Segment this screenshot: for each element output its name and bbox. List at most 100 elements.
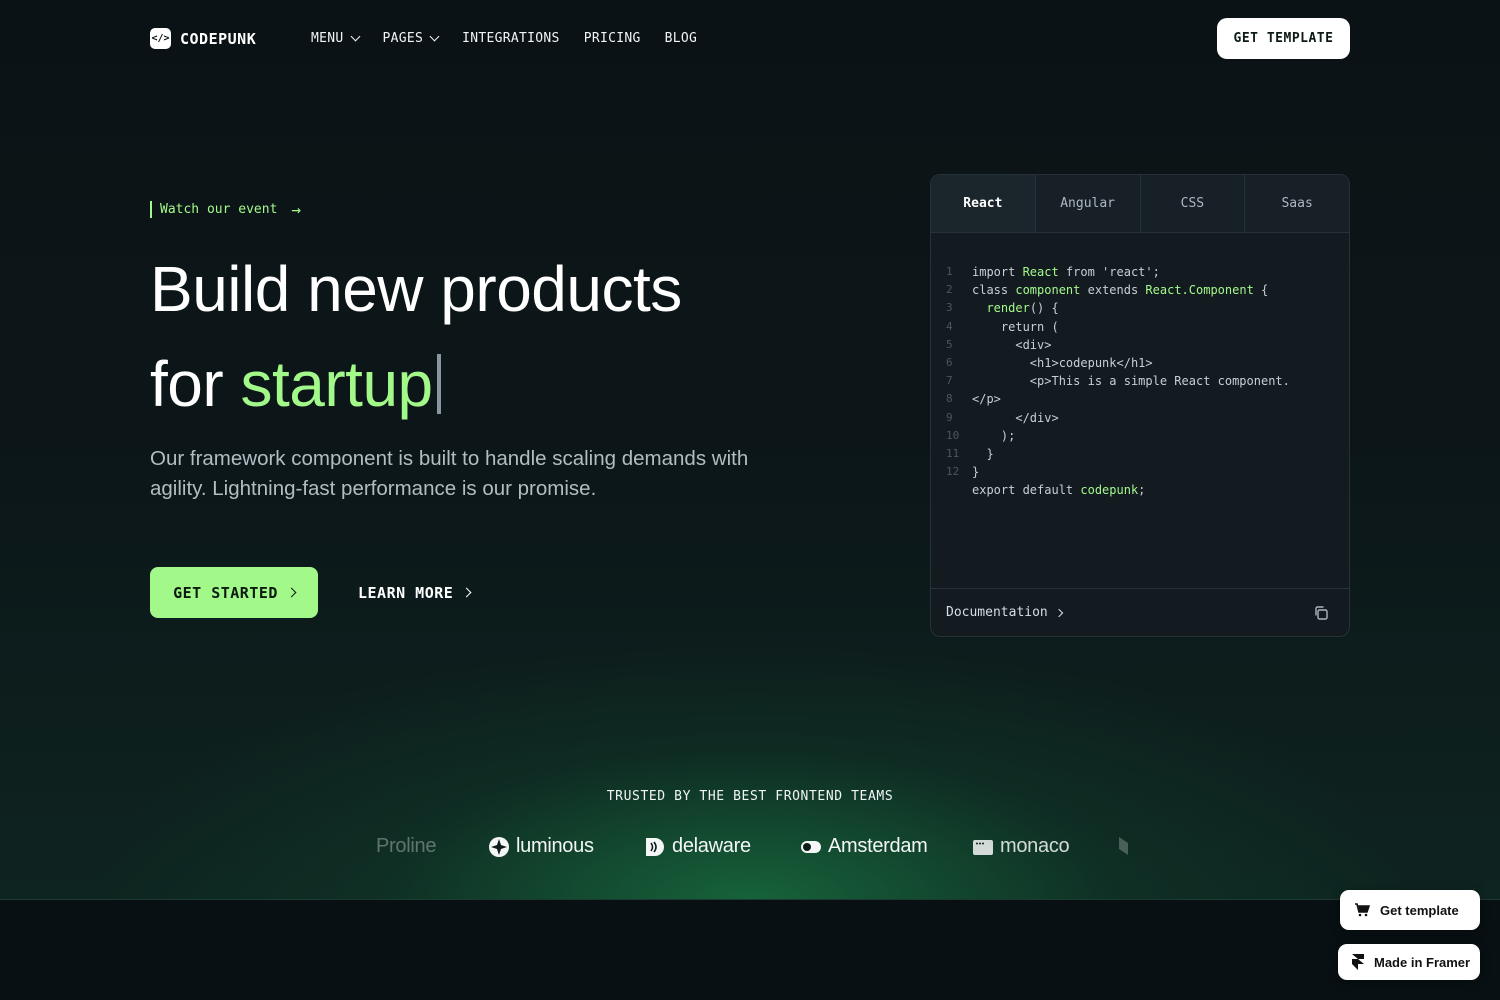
logo-text: CODEPUNK bbox=[180, 29, 257, 48]
get-started-button[interactable]: GET STARTED bbox=[150, 567, 318, 618]
tab-saas[interactable]: Saas bbox=[1245, 175, 1349, 232]
line-content: } bbox=[972, 463, 979, 481]
brand-name: delaware bbox=[672, 835, 751, 857]
next-section bbox=[0, 899, 1500, 1000]
nav-item-label: PRICING bbox=[583, 31, 641, 46]
line-content: class component extends React.Component … bbox=[972, 281, 1268, 299]
code-token: from 'react'; bbox=[1058, 265, 1160, 279]
code-line: 9 </div> bbox=[931, 409, 1349, 427]
framer-icon bbox=[1352, 954, 1364, 970]
logo[interactable]: </> CODEPUNK bbox=[150, 28, 256, 49]
tab-react[interactable]: React bbox=[931, 175, 1036, 232]
code-token: return ( bbox=[972, 319, 1059, 334]
learn-more-button[interactable]: LEARN MORE bbox=[358, 567, 472, 618]
brand-delaware: delaware bbox=[644, 835, 751, 858]
made-in-framer-badge[interactable]: Made in Framer bbox=[1338, 944, 1480, 980]
nav-item-label: MENU bbox=[311, 31, 344, 46]
brand-name: monaco bbox=[1000, 835, 1070, 857]
code-token-highlight: component bbox=[1015, 283, 1081, 298]
nav-item-pages[interactable]: PAGES bbox=[382, 31, 440, 46]
line-content: <h1>codepunk</h1> bbox=[972, 354, 1153, 372]
hero-title-line1: Build new products bbox=[150, 253, 682, 325]
nav-item-blog[interactable]: BLOG bbox=[665, 31, 698, 46]
chevron-right-icon bbox=[461, 587, 472, 598]
code-token-highlight: React bbox=[1022, 265, 1059, 279]
line-content: <div> bbox=[972, 336, 1051, 354]
code-line: 6 <h1>codepunk</h1> bbox=[931, 354, 1349, 372]
line-content: </p> bbox=[972, 390, 1001, 408]
code-token-highlight: render bbox=[986, 301, 1030, 316]
line-content: </div> bbox=[972, 409, 1058, 427]
line-number: 3 bbox=[946, 301, 953, 315]
copy-icon[interactable] bbox=[1313, 605, 1329, 621]
badge-label: Made in Framer bbox=[1374, 954, 1471, 970]
title-accent: startup bbox=[240, 348, 433, 420]
chevron-down-icon bbox=[350, 31, 360, 42]
code-line: export default codepunk; bbox=[931, 481, 1349, 499]
chevron-right-icon bbox=[286, 587, 297, 598]
nav-item-menu[interactable]: MENU bbox=[311, 31, 360, 46]
title-prefix: for bbox=[150, 348, 241, 420]
brand-amsterdam: Amsterdam bbox=[800, 835, 928, 858]
chevron-down-icon bbox=[429, 31, 440, 42]
event-label: Watch our event bbox=[160, 202, 278, 217]
line-content: export default codepunk; bbox=[972, 481, 1145, 499]
brand-proline: Proline bbox=[376, 835, 436, 858]
leaf-icon bbox=[1119, 837, 1128, 855]
code-tabs: React Angular CSS Saas bbox=[931, 175, 1349, 233]
line-number: 11 bbox=[946, 446, 960, 460]
code-token: class bbox=[972, 283, 1016, 298]
brand-monaco: monaco bbox=[972, 835, 1070, 858]
button-label: LEARN MORE bbox=[358, 583, 454, 602]
code-token: <div> bbox=[972, 337, 1052, 352]
code-token-highlight: codepunk bbox=[1080, 483, 1139, 498]
code-line: 3 render() { bbox=[931, 299, 1349, 317]
code-token: { bbox=[1253, 283, 1269, 298]
code-token: } bbox=[972, 446, 994, 461]
line-number: 4 bbox=[946, 319, 953, 333]
code-token: extends bbox=[1080, 283, 1146, 298]
line-number: 7 bbox=[946, 374, 953, 388]
brand-partial bbox=[1116, 835, 1138, 857]
line-number: 8 bbox=[946, 392, 953, 406]
code-card: React Angular CSS Saas 1 import React fro… bbox=[930, 174, 1350, 637]
code-line: 2 class component extends React.Component… bbox=[931, 281, 1349, 299]
brand-name: Proline bbox=[376, 835, 437, 857]
chevron-right-icon bbox=[1054, 608, 1063, 617]
tab-css[interactable]: CSS bbox=[1141, 175, 1246, 232]
documentation-link[interactable]: Documentation bbox=[946, 605, 1063, 620]
trusted-heading: TRUSTED BY THE BEST FRONTEND TEAMS bbox=[606, 789, 894, 804]
line-content: <p>This is a simple React component. bbox=[972, 372, 1290, 390]
get-template-button[interactable]: GET TEMPLATE bbox=[1217, 18, 1350, 59]
code-line: 4 return ( bbox=[931, 318, 1349, 336]
nav-item-integrations[interactable]: INTEGRATIONS bbox=[462, 31, 560, 46]
get-template-badge[interactable]: Get template bbox=[1340, 890, 1480, 930]
line-content: render() { bbox=[972, 299, 1059, 317]
line-number: 12 bbox=[946, 465, 960, 479]
code-token: <h1>codepunk</h1> bbox=[972, 355, 1153, 370]
card-footer: Documentation bbox=[931, 588, 1349, 636]
watch-event-link[interactable]: Watch our event → bbox=[150, 200, 301, 219]
hero-subtitle: Our framework component is built to hand… bbox=[150, 447, 749, 500]
code-line: 10 ); bbox=[931, 427, 1349, 445]
line-number: 1 bbox=[946, 265, 953, 278]
line-number: 2 bbox=[946, 283, 953, 297]
code-token: () { bbox=[1029, 301, 1059, 316]
line-content: return ( bbox=[972, 318, 1059, 336]
nav-item-label: INTEGRATIONS bbox=[462, 31, 560, 46]
code-token: <p>This is a simple React component. bbox=[972, 374, 1290, 389]
badge-label: Get template bbox=[1380, 902, 1459, 918]
code-line: 1 import React from 'react'; bbox=[931, 263, 1349, 281]
tab-angular[interactable]: Angular bbox=[1036, 175, 1141, 232]
code-line: 5 <div> bbox=[931, 336, 1349, 354]
code-token: } bbox=[972, 465, 980, 480]
window-icon bbox=[973, 839, 993, 855]
nav-item-pricing[interactable]: PRICING bbox=[584, 31, 641, 46]
nav-item-label: PAGES bbox=[382, 31, 424, 46]
line-number: 6 bbox=[946, 355, 953, 369]
code-line: 11 } bbox=[931, 445, 1349, 463]
code-token-highlight: React.Component bbox=[1145, 283, 1254, 298]
code-line: 12} bbox=[931, 463, 1349, 481]
brand-name: Amsterdam bbox=[828, 835, 928, 857]
